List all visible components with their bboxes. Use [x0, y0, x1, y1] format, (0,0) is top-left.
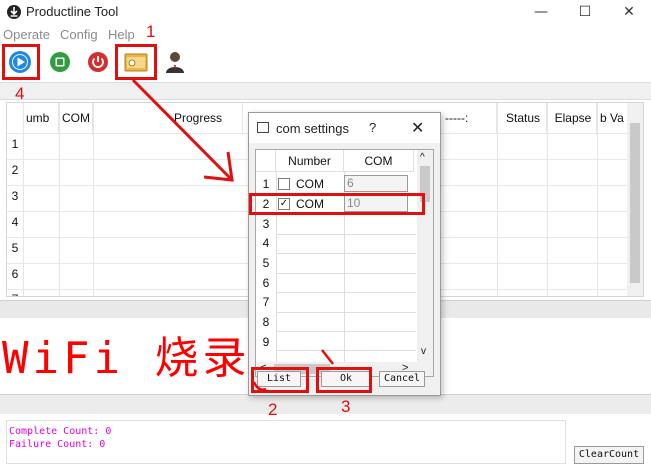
annotation-arrow — [131, 78, 334, 391]
